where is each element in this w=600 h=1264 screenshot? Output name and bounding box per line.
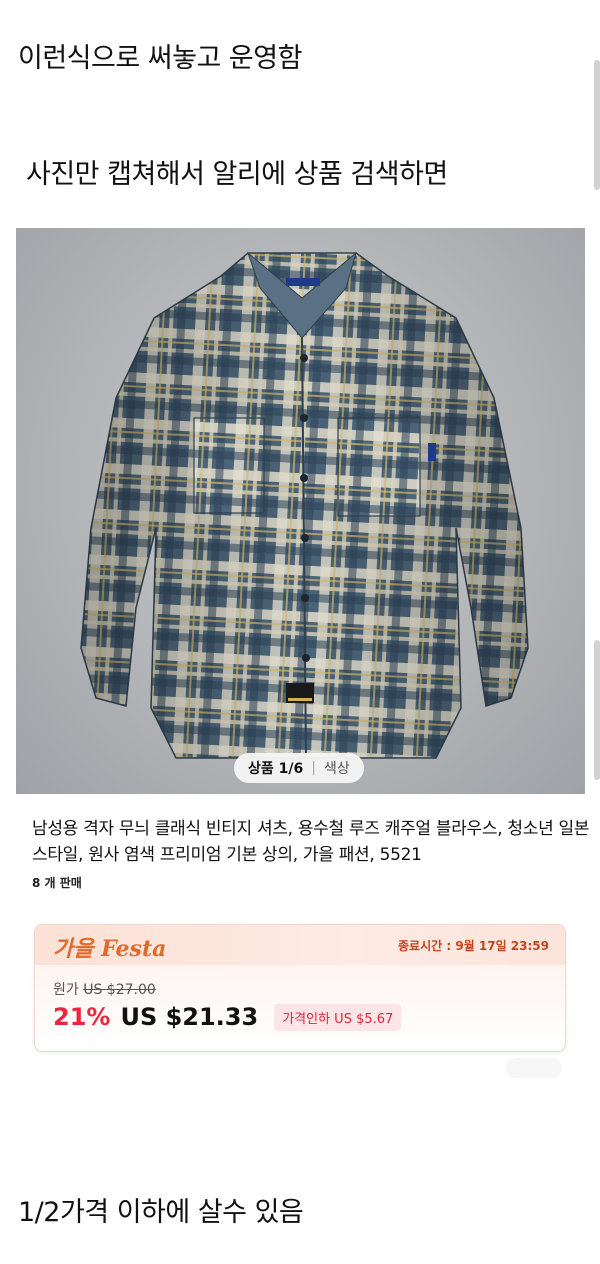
festa-price-box[interactable]: 가을 Festa 종료시간 : 9월 17일 23:59 원가 US $27.0… [34, 924, 566, 1052]
post-text-line-3: 1/2가격 이하에 살수 있음 [18, 1197, 304, 1228]
post-text-line-1: 이런식으로 써놓고 운영함 [18, 43, 302, 74]
image-counter-pill[interactable]: 상품 1/6 | 색상 [234, 753, 364, 783]
original-price-value: US $27.00 [83, 982, 156, 998]
price-drop-badge: 가격인하 US $5.67 [274, 1003, 402, 1031]
sale-end-time: 종료시간 : 9월 17일 23:59 [398, 939, 549, 953]
image-counter: 상품 1/6 [248, 761, 304, 777]
post-text-line-2: 사진만 캡쳐해서 알리에 상품 검색하면 [26, 159, 448, 190]
product-card[interactable]: 상품 1/6 | 색상 남성용 격자 무늬 클래식 빈티지 셔츠, 용수철 루즈… [16, 228, 590, 1078]
pill-separator: | [311, 760, 316, 776]
sale-price: US $21.33 [120, 1003, 259, 1031]
discount-percent: 21% [53, 1003, 111, 1031]
collapsed-bubble [506, 1058, 562, 1078]
festa-logo: 가을 Festa [53, 936, 167, 962]
scrollbar-thumb-top[interactable] [594, 60, 600, 190]
color-label[interactable]: 색상 [324, 758, 350, 778]
original-price-label: 원가 [53, 982, 79, 998]
price-row: 21% US $21.33 가격인하 US $5.67 [53, 1003, 402, 1031]
product-title[interactable]: 남성용 격자 무늬 클래식 빈티지 셔츠, 용수철 루즈 캐주얼 블라우스, 청… [32, 816, 592, 868]
product-image[interactable]: 상품 1/6 | 색상 [16, 228, 585, 794]
sold-count: 8 개 판매 [32, 876, 82, 890]
plaid-shirt-photo-icon [80, 251, 529, 759]
original-price: 원가 US $27.00 [53, 979, 156, 999]
scrollbar-thumb-middle[interactable] [594, 640, 600, 780]
